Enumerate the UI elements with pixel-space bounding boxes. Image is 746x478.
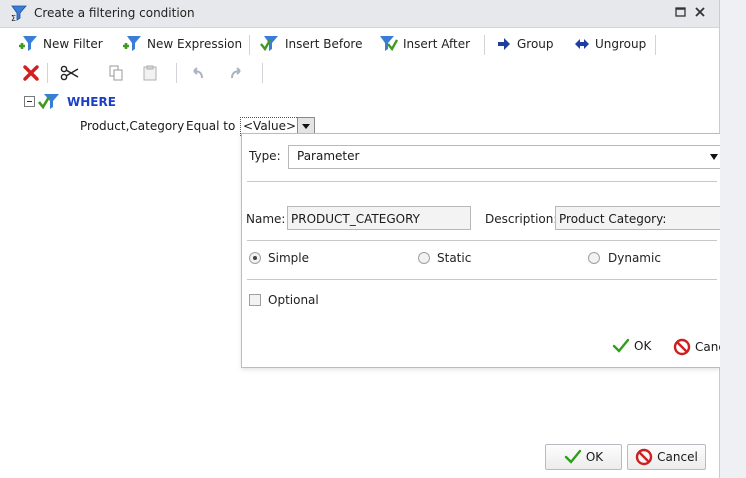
- dynamic-radio[interactable]: [588, 252, 600, 264]
- undo-button[interactable]: [190, 62, 206, 84]
- insert-after-label: Insert After: [403, 37, 471, 51]
- toolbar-separator: [484, 35, 485, 55]
- copy-icon: [109, 65, 123, 81]
- new-expression-button[interactable]: New Expression: [122, 33, 242, 55]
- dialog-title: Create a filtering condition: [34, 6, 195, 20]
- dialog-ok-button[interactable]: OK: [545, 444, 622, 470]
- filter-sigma-icon: Σ: [10, 4, 28, 25]
- new-expression-icon: [123, 36, 141, 51]
- collapse-toggle[interactable]: [24, 96, 35, 107]
- where-filter-icon: [37, 92, 60, 115]
- static-radio[interactable]: [418, 252, 430, 264]
- condition-field[interactable]: Product,Category: [80, 119, 184, 133]
- description-field[interactable]: Product Category:: [555, 206, 723, 230]
- checkmark-icon: [564, 449, 582, 464]
- type-select-value: Parameter: [297, 149, 360, 163]
- cancel-icon: [673, 338, 691, 356]
- delete-x-icon: [23, 65, 39, 81]
- svg-text:Σ: Σ: [11, 14, 16, 22]
- popup-ok-button[interactable]: OK: [612, 338, 651, 354]
- group-button[interactable]: Group: [496, 33, 554, 55]
- simple-radio-label[interactable]: Simple: [268, 251, 309, 265]
- type-label: Type:: [249, 149, 281, 163]
- insert-after-button[interactable]: Insert After: [378, 33, 470, 55]
- group-label: Group: [517, 37, 554, 51]
- new-filter-button[interactable]: New Filter: [18, 33, 103, 55]
- divider: [247, 279, 717, 280]
- checkmark-icon: [612, 338, 630, 353]
- paste-button[interactable]: [142, 62, 158, 84]
- paste-icon: [143, 65, 157, 81]
- dynamic-radio-label[interactable]: Dynamic: [608, 251, 661, 265]
- ungroup-button[interactable]: Ungroup: [574, 33, 646, 55]
- new-expression-label: New Expression: [147, 37, 243, 51]
- new-filter-icon: [19, 36, 37, 51]
- description-label: Description:: [485, 212, 558, 226]
- arrow-right-icon: [498, 38, 510, 50]
- toolbar-separator: [655, 35, 656, 55]
- ungroup-label: Ungroup: [595, 37, 647, 51]
- toolbar-separator: [249, 35, 250, 55]
- toolbar-row-2: [0, 62, 719, 86]
- insert-before-label: Insert Before: [285, 37, 363, 51]
- name-label: Name:: [246, 212, 286, 226]
- simple-radio[interactable]: [249, 252, 261, 264]
- insert-before-button[interactable]: Insert Before: [260, 33, 362, 55]
- type-select[interactable]: Parameter: [288, 145, 725, 169]
- value-popup: Type: Parameter Name: PRODUCT_CATEGORY D…: [241, 133, 736, 368]
- delete-button[interactable]: [23, 62, 39, 84]
- toolbar-row-1: New Filter New Expression Insert Before …: [0, 33, 719, 57]
- optional-label[interactable]: Optional: [268, 293, 319, 307]
- where-node-label[interactable]: WHERE: [67, 95, 116, 109]
- close-icon[interactable]: [693, 5, 707, 19]
- undo-icon: [193, 67, 203, 79]
- background-panel: [720, 0, 746, 478]
- cut-button[interactable]: [60, 62, 80, 84]
- maximize-icon[interactable]: [674, 5, 688, 19]
- popup-ok-label: OK: [634, 339, 652, 353]
- scissors-icon: [60, 65, 79, 81]
- dialog-titlebar: Σ Create a filtering condition: [0, 0, 719, 28]
- filter-dialog: Σ Create a filtering condition New Filte…: [0, 0, 736, 478]
- toolbar-separator: [47, 63, 48, 83]
- condition-operator[interactable]: Equal to: [186, 119, 235, 133]
- new-filter-label: New Filter: [43, 37, 103, 51]
- dialog-cancel-button[interactable]: Cancel: [627, 444, 706, 470]
- insert-before-icon: [260, 36, 278, 52]
- insert-after-icon: [380, 36, 398, 52]
- divider: [247, 181, 717, 182]
- redo-button[interactable]: [228, 62, 244, 84]
- divider: [247, 240, 717, 241]
- dialog-ok-label: OK: [585, 450, 604, 464]
- cancel-icon: [635, 448, 653, 466]
- arrow-left-right-icon: [575, 39, 589, 49]
- optional-checkbox[interactable]: [249, 294, 261, 306]
- toolbar-separator: [176, 63, 177, 83]
- static-radio-label[interactable]: Static: [437, 251, 471, 265]
- toolbar-separator: [262, 63, 263, 83]
- copy-button[interactable]: [108, 62, 124, 84]
- chevron-down-icon: [710, 154, 718, 160]
- name-field[interactable]: PRODUCT_CATEGORY: [287, 206, 471, 230]
- redo-icon: [231, 67, 241, 79]
- dialog-cancel-label: Cancel: [657, 450, 698, 464]
